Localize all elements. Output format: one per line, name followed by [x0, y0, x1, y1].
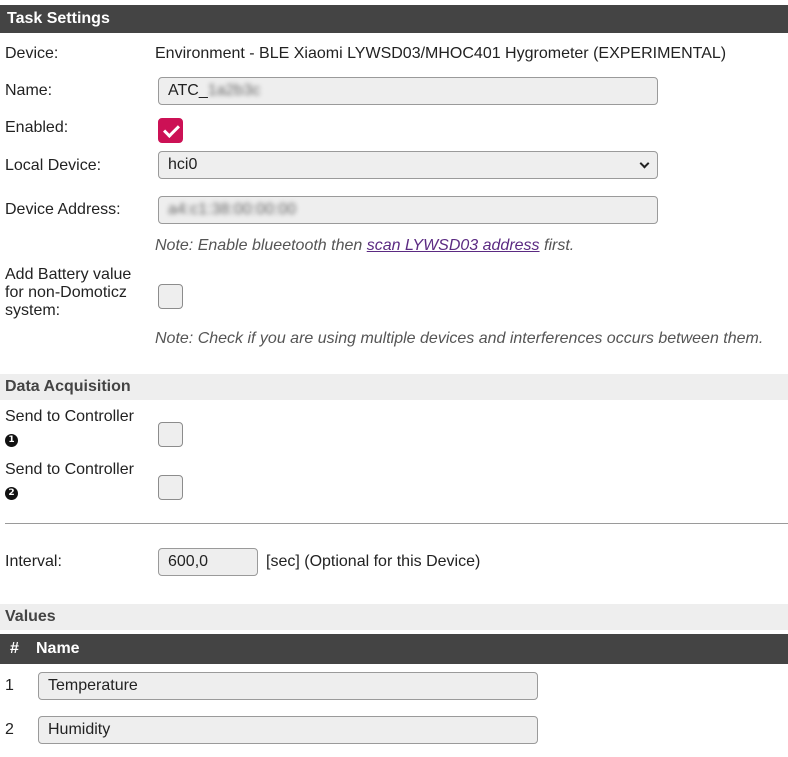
name-input-value: ATC_	[168, 82, 208, 99]
enabled-label: Enabled:	[5, 119, 69, 136]
controller-1-label: Send to Controller	[5, 408, 134, 425]
controller-2-label: Send to Controller	[5, 461, 134, 478]
interval-unit: [sec] (Optional for this Device)	[266, 553, 481, 570]
scan-address-link[interactable]: scan LYWSD03 address	[367, 237, 540, 254]
value-row-2-name-input[interactable]: Humidity	[38, 716, 538, 744]
value-row-1-number: 1	[5, 677, 14, 694]
local-device-selected: hci0	[168, 156, 198, 173]
controller-1-checkbox[interactable]	[158, 422, 183, 447]
battery-label-line2: for non-Domoticz	[5, 284, 127, 301]
values-header: Values	[0, 604, 788, 630]
local-device-select[interactable]: hci0	[158, 151, 658, 179]
value-row-2-number: 2	[5, 721, 14, 738]
battery-label-line1: Add Battery value	[5, 266, 132, 283]
bluetooth-note: Note: Enable blueetooth then scan LYWSD0…	[155, 237, 574, 255]
name-input-redacted: 1a2b3c	[207, 82, 261, 99]
task-settings-header: Task Settings	[0, 5, 788, 33]
data-acquisition-header: Data Acquisition	[0, 374, 788, 400]
battery-label-line3: system:	[5, 302, 61, 319]
enabled-checkbox[interactable]	[158, 118, 183, 143]
controller-2-badge: 2	[5, 485, 18, 503]
controller-2-checkbox[interactable]	[158, 475, 183, 500]
task-settings-title: Task Settings	[7, 10, 110, 27]
data-acquisition-title: Data Acquisition	[5, 378, 131, 395]
number-1-icon: 1	[5, 434, 18, 448]
device-address-label: Device Address:	[5, 201, 121, 218]
values-table-header: # Name	[0, 634, 788, 664]
interference-note: Note: Check if you are using multiple de…	[155, 330, 764, 347]
interval-label: Interval:	[5, 553, 62, 570]
value-row-1-name-input[interactable]: Temperature	[38, 672, 538, 700]
interval-input[interactable]: 600,0	[158, 548, 258, 576]
note-suffix: first.	[539, 237, 575, 254]
values-title: Values	[5, 608, 56, 625]
note-prefix: Note: Enable blueetooth then	[155, 237, 367, 254]
chevron-down-icon	[639, 158, 650, 169]
battery-label: Add Battery value for non-Domoticz syste…	[5, 266, 131, 320]
divider	[5, 523, 788, 524]
device-value: Environment - BLE Xiaomi LYWSD03/MHOC401…	[155, 45, 727, 62]
column-number-header: #	[10, 640, 19, 657]
device-label: Device:	[5, 45, 59, 62]
name-input[interactable]: ATC_1a2b3c	[158, 77, 658, 105]
device-address-redacted: a4:c1:38:00:00:00	[168, 201, 297, 218]
local-device-label: Local Device:	[5, 157, 102, 174]
number-2-icon: 2	[5, 487, 18, 501]
controller-1-badge: 1	[5, 432, 18, 450]
device-address-input[interactable]: a4:c1:38:00:00:00	[158, 196, 658, 224]
column-name-header: Name	[36, 640, 80, 657]
battery-checkbox[interactable]	[158, 284, 183, 309]
name-label: Name:	[5, 82, 53, 99]
